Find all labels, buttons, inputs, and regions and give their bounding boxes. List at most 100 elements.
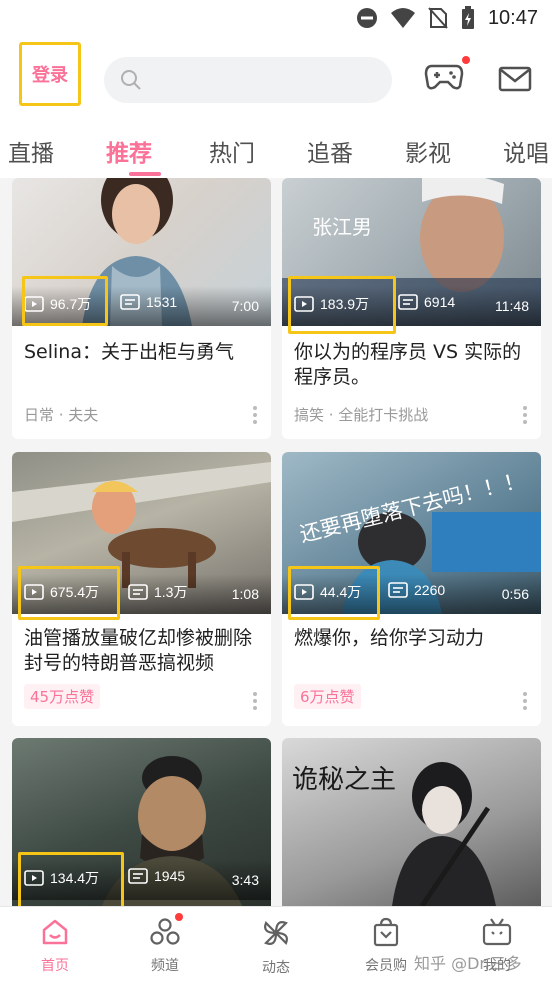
dnd-icon bbox=[356, 8, 377, 28]
tv-icon bbox=[482, 918, 512, 946]
play-count: 96.7万 bbox=[24, 294, 91, 314]
danmaku-count: 1945 bbox=[128, 868, 185, 884]
play-count-value: 675.4万 bbox=[50, 584, 100, 600]
thumbnail-caption: 张江男 bbox=[312, 215, 372, 239]
danmaku-icon bbox=[128, 868, 148, 884]
more-options-icon[interactable] bbox=[253, 692, 257, 710]
danmaku-count: 1.3万 bbox=[128, 582, 187, 602]
play-count: 675.4万 bbox=[24, 582, 99, 602]
video-card[interactable]: 96.7万 1531 7:00 Selina：关于出柜与勇气 日常 · 夫夫 bbox=[12, 178, 271, 439]
play-count-value: 44.4万 bbox=[320, 584, 362, 600]
top-bar: 登录 bbox=[0, 38, 552, 122]
nav-dynamic-label: 动态 bbox=[262, 960, 290, 976]
video-meta: 日常 · 夫夫 bbox=[24, 406, 99, 424]
danmaku-count: 1531 bbox=[120, 294, 177, 310]
play-count: 44.4万 bbox=[294, 582, 361, 602]
video-card[interactable]: 134.4万 1945 3:43 bbox=[12, 738, 271, 906]
danmaku-count-value: 1531 bbox=[146, 294, 178, 310]
video-duration: 0:56 bbox=[501, 586, 529, 602]
video-stats: 134.4万 1945 3:43 bbox=[12, 866, 271, 900]
video-title[interactable]: Selina：关于出柜与勇气 bbox=[24, 340, 260, 365]
login-button[interactable]: 登录 bbox=[19, 42, 81, 106]
danmaku-icon bbox=[120, 294, 140, 310]
status-bar: 10:47 bbox=[0, 0, 552, 38]
danmaku-count: 6914 bbox=[398, 294, 455, 310]
shopping-bag-icon bbox=[373, 917, 399, 947]
video-duration: 1:08 bbox=[231, 586, 259, 602]
more-options-icon[interactable] bbox=[253, 406, 257, 424]
nav-channel[interactable]: 频道 bbox=[125, 913, 205, 975]
video-card[interactable]: 675.4万 1.3万 1:08 油管播放量破亿却惨被删除封号的特朗普恶搞视频 … bbox=[12, 452, 271, 726]
search-input[interactable] bbox=[152, 65, 372, 95]
likes-badge: 6万点赞 bbox=[294, 684, 361, 709]
likes-badge: 45万点赞 bbox=[24, 684, 101, 709]
login-label: 登录 bbox=[32, 65, 68, 86]
video-meta: 搞笑 · 全能打卡挑战 bbox=[294, 406, 429, 424]
danmaku-icon bbox=[388, 582, 408, 598]
danmaku-count-value: 1945 bbox=[154, 868, 186, 884]
tab-anime[interactable]: 追番 bbox=[307, 134, 353, 168]
danmaku-icon bbox=[398, 294, 418, 310]
search-bar[interactable] bbox=[104, 57, 392, 103]
gamepad-icon bbox=[424, 64, 464, 90]
play-icon bbox=[294, 584, 314, 600]
danmaku-count: 2260 bbox=[388, 582, 445, 598]
danmaku-count-value: 1.3万 bbox=[154, 584, 188, 600]
video-thumbnail: 诡秘之主 bbox=[282, 738, 541, 906]
video-stats: 675.4万 1.3万 1:08 bbox=[12, 580, 271, 614]
no-sim-icon bbox=[428, 7, 448, 29]
danmaku-icon bbox=[128, 584, 148, 600]
video-feed: 96.7万 1531 7:00 Selina：关于出柜与勇气 日常 · 夫夫 张… bbox=[0, 178, 552, 906]
game-center-button[interactable] bbox=[424, 56, 470, 96]
play-count-value: 134.4万 bbox=[50, 870, 100, 886]
play-count-value: 96.7万 bbox=[50, 296, 92, 312]
video-title[interactable]: 油管播放量破亿却惨被删除封号的特朗普恶搞视频 bbox=[24, 626, 260, 676]
danmaku-count-value: 6914 bbox=[424, 294, 456, 310]
video-duration: 7:00 bbox=[231, 298, 259, 314]
channel-icon bbox=[150, 918, 180, 945]
video-duration: 3:43 bbox=[231, 872, 259, 888]
play-icon bbox=[24, 584, 44, 600]
video-title[interactable]: 你以为的程序员 VS 实际的程序员。 bbox=[294, 340, 530, 390]
nav-home-label: 首页 bbox=[41, 958, 69, 974]
danmaku-count-value: 2260 bbox=[414, 582, 446, 598]
watermark: 知乎 @Dr.三多 bbox=[414, 954, 522, 973]
tab-recommend[interactable]: 推荐 bbox=[106, 134, 152, 168]
video-stats: 96.7万 1531 7:00 bbox=[12, 292, 271, 326]
pinwheel-icon bbox=[264, 921, 288, 945]
messages-button[interactable] bbox=[498, 66, 532, 96]
nav-home[interactable]: 首页 bbox=[15, 917, 95, 975]
notification-dot bbox=[462, 56, 470, 64]
more-options-icon[interactable] bbox=[523, 406, 527, 424]
video-stats: 183.9万 6914 11:48 bbox=[282, 292, 541, 326]
notification-dot bbox=[175, 913, 183, 921]
video-card[interactable]: 还要再堕落下去吗！！！ 44.4万 2260 0:56 燃爆你，给你学习动力 6… bbox=[282, 452, 541, 726]
more-options-icon[interactable] bbox=[523, 692, 527, 710]
play-count: 134.4万 bbox=[24, 868, 99, 888]
video-card[interactable]: 诡秘之主 bbox=[282, 738, 541, 906]
mail-icon bbox=[498, 66, 532, 92]
play-count-value: 183.9万 bbox=[320, 296, 370, 312]
play-icon bbox=[24, 296, 44, 312]
search-icon bbox=[121, 70, 141, 90]
tab-movies[interactable]: 影视 bbox=[405, 134, 451, 168]
thumbnail-illustration: 诡秘之主 bbox=[292, 762, 496, 906]
battery-icon bbox=[461, 6, 474, 29]
tab-live[interactable]: 直播 bbox=[8, 134, 54, 168]
video-title[interactable]: 燃爆你，给你学习动力 bbox=[294, 626, 530, 651]
active-tab-indicator bbox=[129, 172, 161, 176]
nav-dynamic[interactable]: 动态 bbox=[236, 917, 316, 977]
tab-rap[interactable]: 说唱 bbox=[503, 134, 549, 168]
tab-hot[interactable]: 热门 bbox=[209, 134, 255, 168]
category-tabs: 直播 推荐 热门 追番 影视 说唱 bbox=[0, 122, 552, 178]
play-icon bbox=[294, 296, 314, 312]
nav-channel-label: 频道 bbox=[151, 958, 179, 974]
status-time: 10:47 bbox=[487, 6, 538, 29]
play-count: 183.9万 bbox=[294, 294, 369, 314]
wifi-icon bbox=[390, 8, 415, 28]
video-duration: 11:48 bbox=[495, 298, 529, 314]
video-card[interactable]: 张江男 183.9万 6914 11:48 你以为的程序员 VS 实际的程序员。… bbox=[282, 178, 541, 439]
home-icon bbox=[42, 919, 68, 945]
video-stats: 44.4万 2260 0:56 bbox=[282, 580, 541, 614]
play-icon bbox=[24, 870, 44, 886]
